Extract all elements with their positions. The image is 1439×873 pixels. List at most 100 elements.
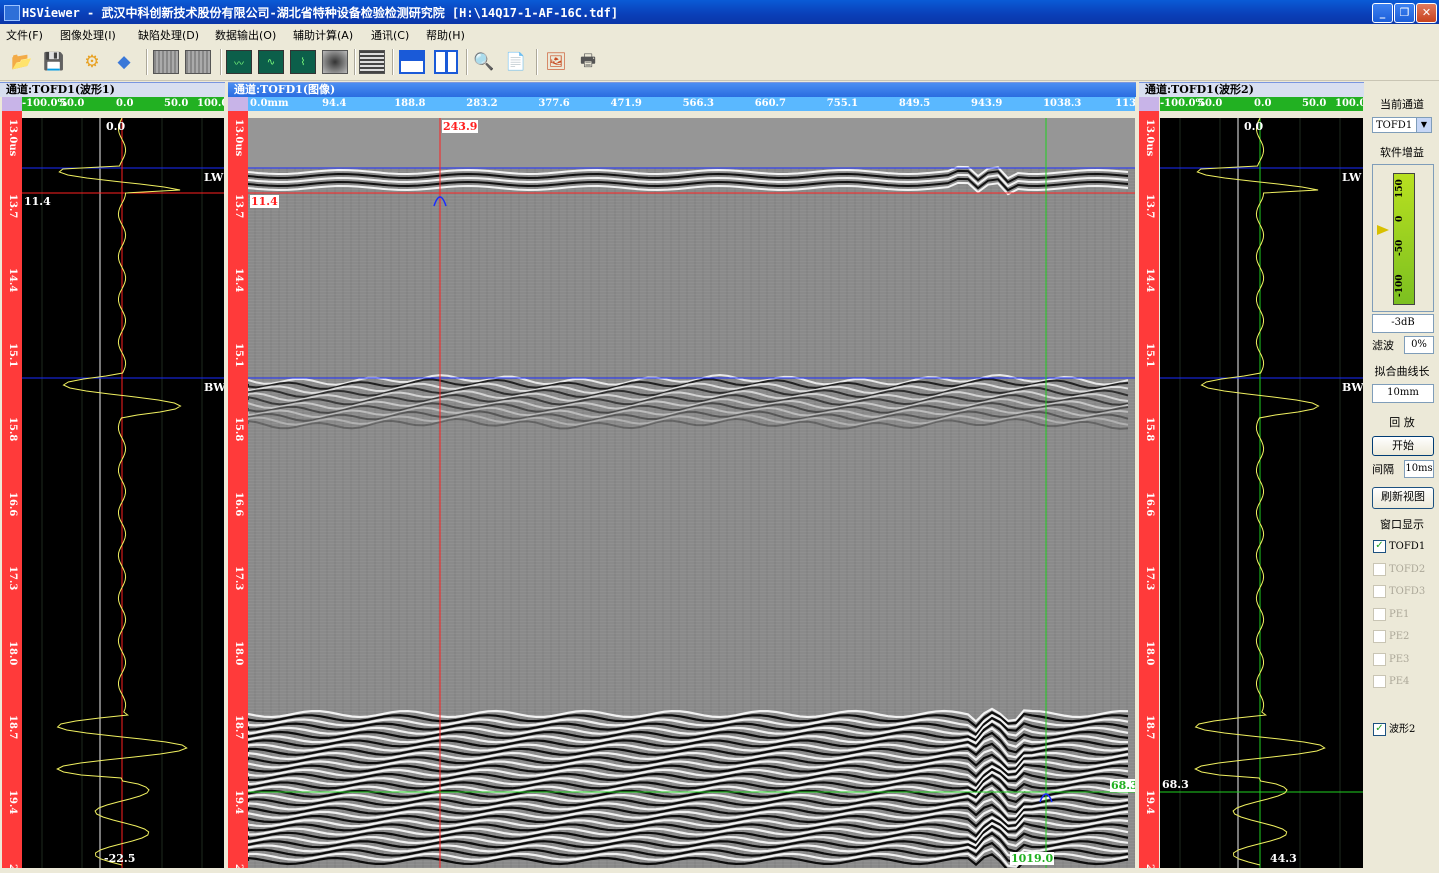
green-cursor-y-value: 68.3 [1110,779,1135,792]
image-save-icon[interactable] [184,48,212,76]
image-view-icon[interactable] [152,48,180,76]
time-tick: 13.0us [233,119,244,157]
lw-label: LW [1342,171,1362,184]
print-icon[interactable]: 🖶 [574,48,602,76]
left-waveform-plot[interactable]: 0.0 11.4 LW BW -22.5 [22,118,224,868]
menu-help[interactable]: 帮助(H) [426,27,465,43]
time-tick: 17.3 [1144,566,1155,591]
window-display-label: 窗口显示 [1380,518,1424,531]
channel-select[interactable]: TOFD1 ▼ [1372,117,1432,133]
checkbox-box [1373,585,1386,598]
save-icon[interactable]: 💾 [40,48,68,76]
gain-thumb[interactable] [1377,225,1389,235]
x-tick-label: 1038.3 [1043,98,1082,109]
gain-slider[interactable]: -100 -50 0 150 [1372,164,1434,312]
gain-label: 软件增益 [1380,146,1424,159]
channel-select-value: TOFD1 [1376,120,1413,131]
open-folder-icon[interactable]: 📂 [8,48,36,76]
settings-icon[interactable]: ⚙ [78,48,106,76]
left-bottom-value: -22.5 [104,852,136,865]
control-panel: 当前通道 TOFD1 ▼ 软件增益 -100 -50 0 150 -3dB 滤波… [1367,82,1439,868]
start-button[interactable]: 开始 [1372,436,1434,456]
menu-defect-processing[interactable]: 缺陷处理(D) [138,27,199,43]
channel-checkbox-tofd3: TOFD3 [1373,585,1433,598]
right-waveform-plot[interactable]: 0.0 LW BW 68.3 44.3 [1160,118,1363,868]
spectrum-icon[interactable] [321,48,349,76]
channel-checkbox-pe1: PE1 [1373,607,1433,621]
mode-converted-band [248,853,1129,868]
scale-label: 50.0 [1302,98,1327,109]
time-tick: 17.3 [233,566,244,591]
list-icon[interactable] [358,48,386,76]
scale-label: 50.0 [1198,98,1223,109]
time-tick: 18.7 [7,715,18,740]
channel-checkbox-tofd1[interactable]: ✓ TOFD1 [1373,540,1433,553]
left-amplitude-scale: -100.0% 50.0 0.0 50.0 100.0 [22,97,224,111]
checkbox-box [1373,630,1386,643]
time-tick: 15.8 [233,417,244,442]
menu-comm[interactable]: 通讯(C) [371,27,409,43]
split-horizontal-icon[interactable] [398,48,426,76]
gain-tick: -100 [1395,274,1405,297]
corner-marker [2,97,22,111]
time-tick: 20.2 [7,864,18,868]
toolbar: 📂 💾 ⚙ ◆ 〰 ∿ ⌇ 🔍 📄 🖼 🖶 [0,44,1439,81]
checkbox-box[interactable]: ✓ [1373,540,1386,553]
split-vertical-icon[interactable] [432,48,460,76]
gain-tick: -50 [1395,240,1405,257]
gain-tick: 150 [1395,179,1405,198]
zoom-icon[interactable]: 🔍 [470,48,498,76]
minimize-button[interactable]: _ [1372,3,1393,23]
report-icon[interactable]: 🖼 [542,48,570,76]
menu-data-output[interactable]: 数据输出(O) [215,27,276,43]
filter-label: 滤波 [1372,339,1394,352]
left-cursor-value: 11.4 [24,195,51,208]
export-icon[interactable]: 📄 [502,48,530,76]
left-wave-title: 通道:TOFD1(波形1) [0,82,225,97]
waveform-c-icon[interactable]: ⌇ [289,48,317,76]
left-top-value: 0.0 [106,120,126,133]
channel-checkbox-pe3: PE3 [1373,652,1433,666]
bscan-image[interactable]: 243.9 11.4 68.3 1019.0 [248,118,1135,868]
checkbox-label: PE1 [1389,608,1410,620]
time-tick: 14.4 [7,268,18,293]
erase-icon[interactable]: ◆ [110,48,138,76]
time-tick: 15.1 [7,342,18,367]
time-tick: 13.0us [7,119,18,157]
x-tick-label: 94.4 [322,98,347,109]
lw-label: LW [204,171,224,184]
waveform-a-icon[interactable]: 〰 [225,48,253,76]
title-bar: HSViewer - 武汉中科创新技术股份有限公司-湖北省特种设备检验检测研究院… [0,0,1439,24]
maximize-button[interactable]: ❐ [1394,3,1415,23]
bscan-x-scale: 0.0mm 94.4 188.8 283.2 377.6 471.9 566.3 660.7 7… [248,97,1135,111]
close-button[interactable]: ✕ [1416,3,1437,23]
scale-label: 100.0 [1335,98,1363,109]
waveform-b-icon[interactable]: ∿ [257,48,285,76]
wave2-checkbox[interactable]: ✓ 波形2 [1373,720,1433,736]
window-title: HSViewer - 武汉中科创新技术股份有限公司-湖北省特种设备检验检测研究院… [22,6,619,20]
fit-curve-field[interactable]: 10mm [1372,384,1434,403]
corner-marker [1139,97,1159,111]
menu-aux-calc[interactable]: 辅助计算(A) [293,27,353,43]
channel-checkbox-pe2: PE2 [1373,630,1433,643]
checkbox-box[interactable]: ✓ [1373,723,1386,736]
checkbox-label: PE3 [1389,653,1410,665]
menu-file[interactable]: 文件(F) [6,27,43,43]
scale-label: 0.0 [116,98,134,109]
time-tick: 16.6 [1144,491,1155,516]
interval-field[interactable]: 10ms [1404,460,1434,478]
app-icon [4,5,20,21]
scale-label: 50.0 [60,98,85,109]
channel-checkbox-pe4: PE4 [1373,675,1433,688]
time-tick: 19.4 [7,789,18,814]
refresh-view-button[interactable]: 刷新视图 [1372,487,1434,509]
checkbox-box [1373,675,1386,688]
fit-curve-label: 拟合曲线长 [1374,365,1430,378]
x-tick-label: 471.9 [610,98,642,109]
time-tick: 20.2 [1144,864,1155,868]
filter-field[interactable]: 0% [1404,336,1434,354]
interval-label: 间隔 [1372,463,1394,476]
time-tick: 18.0 [233,640,244,665]
menu-image-processing[interactable]: 图像处理(I) [60,27,116,43]
right-amplitude-scale: -100.0% 50.0 0.0 50.0 100.0 [1160,97,1363,111]
